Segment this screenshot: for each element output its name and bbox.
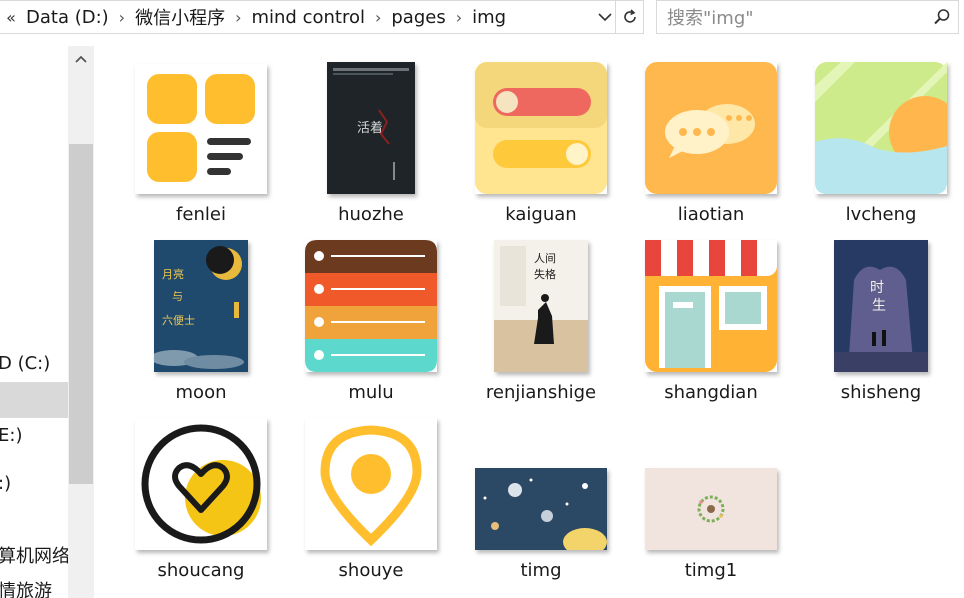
nav-item-drive-e[interactable]: E:) [0,418,68,454]
file-item-huozhe[interactable]: 活着 huozhe [286,34,456,225]
breadcrumb-mind-control[interactable]: mind control [247,7,368,28]
breadcrumb-data-d[interactable]: Data (D:) [22,7,113,28]
file-name: timg [520,560,562,581]
breadcrumb-weixin[interactable]: 微信小程序 [131,4,229,30]
nav-item-folder-network[interactable]: 算机网络实 [0,539,68,575]
file-item-lvcheng[interactable]: lvcheng [796,34,964,225]
file-name: shouye [338,560,404,581]
file-item-liaotian[interactable]: liaotian [626,34,796,225]
file-item-shangdian[interactable]: shangdian [626,212,796,403]
image-thumbnail: 活着 [327,62,415,194]
breadcrumb-separator-icon[interactable]: › [450,8,468,27]
nav-item-drive[interactable]: :) [0,466,68,502]
nav-item-selected[interactable] [0,382,68,418]
journey-landscape-icon [815,62,947,194]
double-chevron-left-icon[interactable]: « [0,8,22,27]
toggle-switch-icon [475,62,607,194]
chevron-down-icon[interactable] [595,7,615,27]
image-thumbnail: 时 生 [834,240,928,372]
book-title: 月亮 [162,267,184,281]
book-title: 人间 [534,252,556,265]
grid-category-icon [147,74,255,182]
search-box[interactable]: 搜索"img" [656,0,959,34]
svg-text:生: 生 [872,298,886,314]
book-cover-icon: 人间 失格 [494,240,588,372]
chat-bubble-icon [645,62,777,194]
space-illustration-icon [475,468,607,550]
nav-item-label: :) [0,473,12,494]
list-directory-icon [305,240,437,372]
image-thumbnail [645,240,777,372]
file-item-shouye[interactable]: shouye [286,390,456,581]
book-title: 时 [870,280,884,296]
svg-text:六便士: 六便士 [162,314,195,327]
image-thumbnail: 人间 失格 [494,240,588,372]
file-item-timg[interactable]: timg [456,390,626,581]
file-item-mulu[interactable]: mulu [286,212,456,403]
book-title: 活着 [357,120,383,136]
image-thumbnail: 月亮 与 六便士 [154,240,248,372]
file-item-renjianshige[interactable]: 人间 失格 renjianshige [456,212,626,403]
nav-scrollbar[interactable] [68,46,94,598]
nav-item-drive-c[interactable]: D (C:) [0,346,68,382]
breadcrumb-separator-icon[interactable]: › [369,8,387,27]
refresh-icon[interactable] [615,1,643,33]
book-cover-icon: 时 生 [834,240,928,372]
image-thumbnail [475,62,607,194]
image-thumbnail [645,62,777,194]
scrollbar-thumb[interactable] [69,144,93,484]
breadcrumb-pages[interactable]: pages [387,7,449,28]
address-bar[interactable]: « Data (D:) › 微信小程序 › mind control › pag… [0,0,644,34]
location-pin-icon [320,425,422,547]
image-thumbnail [135,418,267,550]
nav-item-label: 算机网络实 [0,546,68,567]
file-name: shoucang [157,560,245,581]
chevron-up-icon[interactable] [68,46,94,72]
breadcrumb-separator-icon[interactable]: › [113,8,131,27]
image-thumbnail [135,64,267,194]
breadcrumb-separator-icon[interactable]: › [229,8,247,27]
nav-item-label: 情旅游 [0,581,52,598]
file-item-moon[interactable]: 月亮 与 六便士 moon [116,212,286,403]
nav-item-folder-travel[interactable]: 情旅游 [0,574,68,598]
svg-text:失格: 失格 [534,267,556,281]
image-thumbnail [815,62,947,194]
file-item-fenlei[interactable]: fenlei [116,34,286,225]
image-thumbnail [645,468,777,550]
shop-store-icon [645,240,777,372]
book-cover-icon: 活着 [327,62,415,194]
image-thumbnail [305,418,437,550]
file-item-timg1[interactable]: timg1 [626,390,796,581]
nav-item-label: E:) [0,425,23,446]
nav-item-label: D (C:) [0,353,51,374]
file-grid: fenlei 活着 huozhe kaiguan liaotian lvchen… [94,34,964,598]
favorite-heart-icon [141,424,261,544]
wreath-illustration-icon [645,468,777,550]
svg-text:与: 与 [172,290,183,303]
image-thumbnail [475,468,607,550]
search-input[interactable]: 搜索"img" [657,4,926,30]
file-name: timg1 [684,560,738,581]
navigation-pane: D (C:) E:) :) 算机网络实 情旅游 [0,34,94,598]
file-item-shisheng[interactable]: 时 生 shisheng [796,212,964,403]
image-thumbnail [305,240,437,372]
breadcrumb-img[interactable]: img [468,7,510,28]
book-cover-icon: 月亮 与 六便士 [154,240,248,372]
file-item-kaiguan[interactable]: kaiguan [456,34,626,225]
file-name: shisheng [840,382,922,403]
search-icon[interactable] [926,1,958,33]
top-bar: « Data (D:) › 微信小程序 › mind control › pag… [0,0,964,34]
file-item-shoucang[interactable]: shoucang [116,390,286,581]
